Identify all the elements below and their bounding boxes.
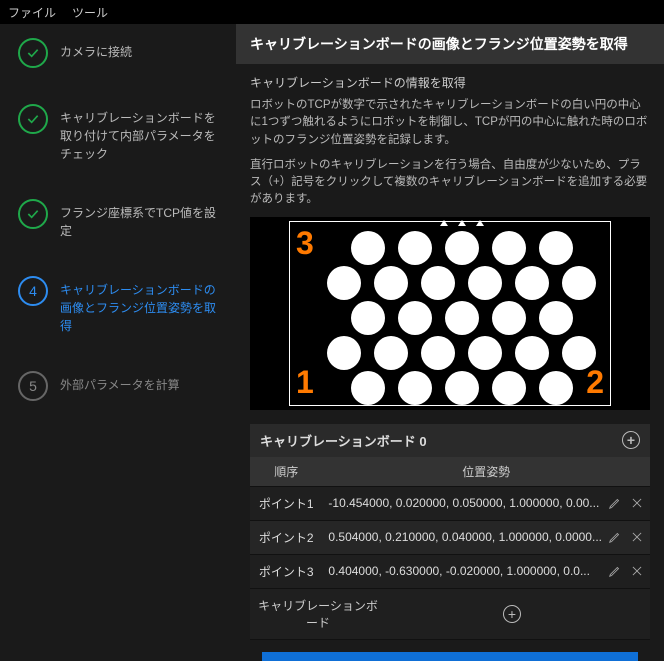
step-2[interactable]: キャリブレーションボードを取り付けて内部パラメータをチェック (18, 104, 226, 163)
check-icon (18, 199, 48, 229)
board-number-2: 2 (586, 364, 604, 401)
calib-dot (539, 301, 573, 335)
board-number-3: 3 (296, 225, 314, 262)
add-board-plus-icon[interactable]: + (503, 605, 521, 623)
calib-dot (492, 231, 526, 265)
calib-dot (398, 301, 432, 335)
step-3[interactable]: フランジ座標系でTCP値を設定 (18, 199, 226, 240)
step-1[interactable]: カメラに接続 (18, 38, 226, 68)
calib-dot (398, 231, 432, 265)
menu-tool[interactable]: ツール (72, 4, 108, 21)
delete-icon[interactable] (630, 496, 644, 510)
step-number-icon: 5 (18, 371, 48, 401)
step-5-label: 外部パラメータを計算 (60, 371, 180, 394)
check-icon (18, 104, 48, 134)
cell-order: ポイント3 (250, 554, 322, 588)
edit-icon[interactable] (608, 530, 622, 544)
calib-dot (539, 231, 573, 265)
calib-dot (327, 336, 361, 370)
cell-pose: 0.404000, -0.630000, -0.020000, 1.000000… (328, 564, 602, 578)
table-row: ポイント3 0.404000, -0.630000, -0.020000, 1.… (250, 554, 650, 588)
step-5[interactable]: 5 外部パラメータを計算 (18, 371, 226, 401)
calib-dot (515, 336, 549, 370)
subtitle: キャリブレーションボードの情報を取得 (250, 74, 650, 91)
calib-dot (351, 301, 385, 335)
calib-dot (492, 301, 526, 335)
add-board-label: キャリブレーションボード (256, 597, 380, 631)
table-row: ポイント2 0.504000, 0.210000, 0.040000, 1.00… (250, 520, 650, 554)
sidebar: カメラに接続 キャリブレーションボードを取り付けて内部パラメータをチェック フラ… (0, 24, 236, 661)
step-4-label: キャリブレーションボードの画像とフランジ位置姿勢を取得 (60, 276, 226, 335)
calib-dot (327, 266, 361, 300)
calib-dot (374, 266, 408, 300)
cell-pose: -10.454000, 0.020000, 0.050000, 1.000000… (328, 496, 602, 510)
menu-file[interactable]: ファイル (8, 4, 56, 21)
calib-dot (351, 371, 385, 405)
add-board-row: キャリブレーションボード + (250, 589, 650, 640)
step-1-label: カメラに接続 (60, 38, 132, 61)
calib-dot (421, 266, 455, 300)
delete-icon[interactable] (630, 564, 644, 578)
calib-dot (421, 336, 455, 370)
calibration-image-wrap: 1 2 3 (250, 217, 650, 410)
menubar: ファイル ツール (0, 0, 664, 24)
calib-dot (445, 231, 479, 265)
cell-order: ポイント1 (250, 486, 322, 520)
calib-dot (492, 371, 526, 405)
description-2: 直行ロボットのキャリブレーションを行う場合、自由度が少ないため、プラス（+）記号… (250, 157, 650, 209)
delete-icon[interactable] (630, 530, 644, 544)
step-number-icon: 4 (18, 276, 48, 306)
calib-dot (515, 266, 549, 300)
step-4[interactable]: 4 キャリブレーションボードの画像とフランジ位置姿勢を取得 (18, 276, 226, 335)
step-2-label: キャリブレーションボードを取り付けて内部パラメータをチェック (60, 104, 226, 163)
calib-dot (468, 266, 502, 300)
triangle-icon (476, 220, 484, 226)
calib-dot (562, 266, 596, 300)
board-section-title: キャリブレーションボード 0 (260, 431, 427, 450)
content: キャリブレーションボードの画像とフランジ位置姿勢を取得 キャリブレーションボード… (236, 24, 664, 661)
board-section-header: キャリブレーションボード 0 + (250, 424, 650, 457)
table-row: ポイント1 -10.454000, 0.020000, 0.050000, 1.… (250, 486, 650, 520)
footer: データを更新 (250, 640, 650, 661)
step-3-label: フランジ座標系でTCP値を設定 (60, 199, 226, 240)
calib-dot (351, 231, 385, 265)
main: カメラに接続 キャリブレーションボードを取り付けて内部パラメータをチェック フラ… (0, 24, 664, 661)
calib-dot (468, 336, 502, 370)
calib-dot (445, 371, 479, 405)
calib-dot (445, 301, 479, 335)
calib-dot (374, 336, 408, 370)
points-table: 順序 位置姿勢 ポイント1 -10.454000, 0.020000, 0.05… (250, 457, 650, 589)
calib-dot (398, 371, 432, 405)
description-1: ロボットのTCPが数字で示されたキャリブレーションボードの白い円の中心に1つずつ… (250, 97, 650, 149)
check-icon (18, 38, 48, 68)
calibration-board-image: 1 2 3 (289, 221, 611, 406)
col-pose: 位置姿勢 (322, 457, 650, 487)
update-data-button[interactable]: データを更新 (262, 652, 638, 661)
content-body: キャリブレーションボードの情報を取得 ロボットのTCPが数字で示されたキャリブレ… (236, 64, 664, 661)
cell-order: ポイント2 (250, 520, 322, 554)
calib-dot (539, 371, 573, 405)
edit-icon[interactable] (608, 496, 622, 510)
edit-icon[interactable] (608, 564, 622, 578)
triangle-icon (440, 220, 448, 226)
col-order: 順序 (250, 457, 322, 487)
board-number-1: 1 (296, 364, 314, 401)
triangle-icon (458, 220, 466, 226)
add-board-icon[interactable]: + (622, 431, 640, 449)
page-title: キャリブレーションボードの画像とフランジ位置姿勢を取得 (236, 24, 664, 64)
cell-pose: 0.504000, 0.210000, 0.040000, 1.000000, … (328, 530, 602, 544)
